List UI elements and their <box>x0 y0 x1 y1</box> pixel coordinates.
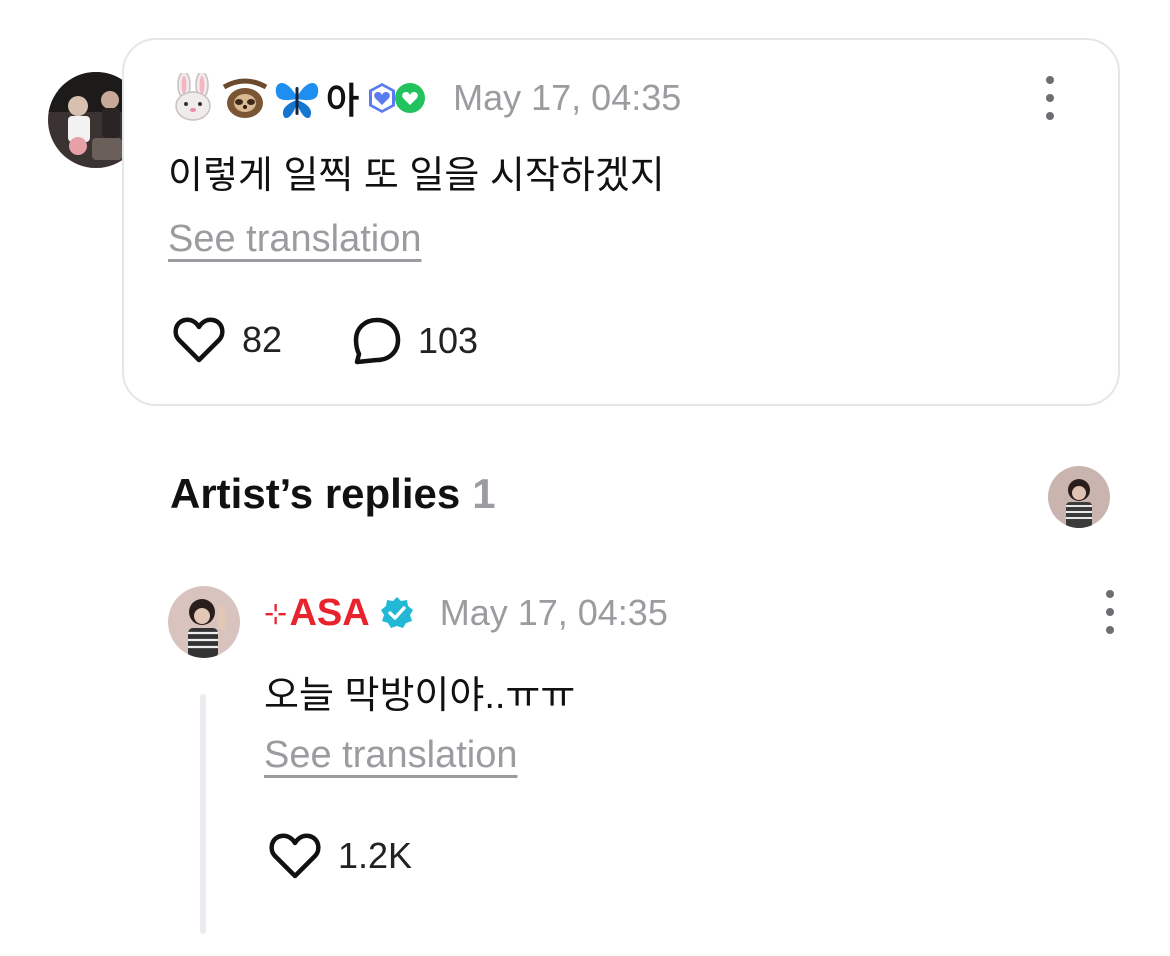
artist-replies-avatar[interactable] <box>1048 466 1110 528</box>
artist-replies-title: Artist’s replies <box>170 470 461 517</box>
nickname-emojis: 아 <box>168 71 360 124</box>
comment-thread-page: 아 May 17, 04:35 이렇게 일찍 또 일을 시작하겠지 See tr… <box>0 0 1170 956</box>
nickname-text: 아 <box>326 80 360 121</box>
speech-bubble-icon <box>353 317 401 365</box>
sparkle-icon: ⊹ <box>264 597 288 629</box>
artist-see-translation-link[interactable]: See translation <box>264 734 518 777</box>
artist-replies-count: 1 <box>472 470 496 517</box>
artist-like-count: 1.2K <box>338 835 413 876</box>
heart-outline-icon <box>173 317 225 363</box>
artist-avatar[interactable] <box>168 586 240 658</box>
comment-more-options-icon[interactable] <box>1038 76 1062 120</box>
artist-reply-timestamp: May 17, 04:35 <box>439 592 668 633</box>
heart-outline-icon <box>269 833 321 879</box>
reply-count: 103 <box>418 320 479 361</box>
artist-reply-more-options-icon[interactable] <box>1098 590 1122 634</box>
membership-heart-green-icon <box>393 81 427 115</box>
rabbit-face-icon <box>168 71 218 123</box>
artist-name[interactable]: ASA <box>289 592 369 635</box>
artist-reply-body: 오늘 막방이야..ㅠㅠ <box>264 675 576 717</box>
see-translation-link[interactable]: See translation <box>168 218 422 261</box>
comment-header: 아 May 17, 04:35 <box>168 71 682 124</box>
sloth-icon <box>220 73 270 123</box>
artist-reply-header: ⊹ ASA May 17, 04:35 <box>264 588 668 638</box>
verified-badge-icon <box>380 596 414 630</box>
comment-body: 이렇게 일찍 또 일을 시작하겠지 <box>168 155 665 197</box>
comment-like-button[interactable]: 82 <box>172 316 282 364</box>
artist-reply-like-button[interactable]: 1.2K <box>268 832 412 880</box>
like-count: 82 <box>242 319 283 360</box>
artist-replies-heading: Artist’s replies 1 <box>170 470 496 518</box>
membership-badges <box>365 81 427 115</box>
comment-reply-button[interactable]: 103 <box>352 316 478 366</box>
thread-connector-line <box>200 694 206 934</box>
comment-timestamp: May 17, 04:35 <box>453 77 682 118</box>
butterfly-icon <box>272 73 322 123</box>
